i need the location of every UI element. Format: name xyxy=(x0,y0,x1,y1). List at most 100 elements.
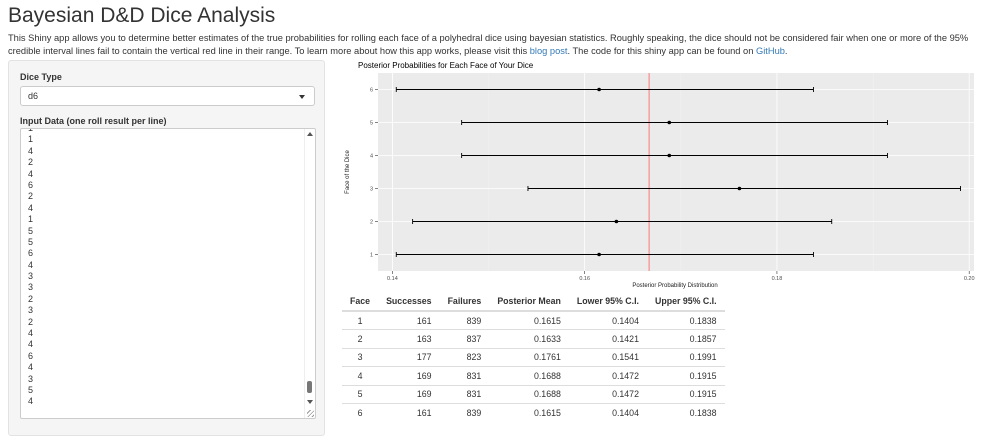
input-line: 4 xyxy=(28,339,34,350)
table-cell: 0.1404 xyxy=(568,310,647,330)
description-text: . xyxy=(784,46,788,56)
input-data-textarea[interactable]: 1142462415564332324464354 xyxy=(20,128,316,419)
x-tick-label: 0.18 xyxy=(772,276,783,282)
mean-point xyxy=(597,87,601,92)
x-tick-label: 0.14 xyxy=(387,276,398,282)
input-line: 4 xyxy=(28,202,34,213)
table-cell: 169 xyxy=(378,366,440,386)
mean-point xyxy=(667,153,672,158)
dice-type-select[interactable]: d6 xyxy=(20,86,315,106)
y-tick-label: 3 xyxy=(370,187,373,193)
y-tick-label: 6 xyxy=(370,88,373,94)
table-cell: 0.1991 xyxy=(646,347,725,367)
table-cell: 169 xyxy=(378,384,440,404)
dice-type-value: d6 xyxy=(28,91,39,101)
table-cell: 0.1472 xyxy=(568,366,647,386)
table-cell: 0.1472 xyxy=(568,384,647,404)
input-line: 5 xyxy=(28,384,34,395)
table-cell: 0.1688 xyxy=(489,384,569,404)
table-cell: 0.1615 xyxy=(489,402,569,422)
table-row: 5 169 831 0.1688 0.1472 0.1915 xyxy=(342,384,725,404)
table-cell: 823 xyxy=(439,347,490,367)
table-row: 6 161 839 0.1615 0.1404 0.1838 xyxy=(342,402,725,422)
description-text: This Shiny app allows you to determine b… xyxy=(8,33,969,56)
y-tick-label: 5 xyxy=(370,121,373,127)
y-tick-label: 2 xyxy=(370,220,373,226)
table-row: 4 169 831 0.1688 0.1472 0.1915 xyxy=(342,366,725,386)
textarea-scrollbar[interactable] xyxy=(304,129,315,418)
input-line: 3 xyxy=(28,271,34,282)
column-header: Failures xyxy=(439,292,490,312)
dice-type-label: Dice Type xyxy=(20,72,62,82)
table-cell: 831 xyxy=(439,384,490,404)
y-tick-label: 1 xyxy=(370,253,373,259)
x-tick-label: 0.16 xyxy=(579,276,590,282)
table-cell: 0.1857 xyxy=(646,329,725,349)
input-line: 4 xyxy=(28,328,34,339)
input-line: 2 xyxy=(28,293,34,304)
table-cell: 0.1688 xyxy=(489,366,569,386)
x-axis-label: Posterior Probability Distribution xyxy=(632,283,717,289)
table-cell: 161 xyxy=(378,402,440,422)
table-cell: 839 xyxy=(439,402,490,422)
table-cell: 1 xyxy=(342,310,379,330)
sidebar-panel: Dice Type d6 Input Data (one roll result… xyxy=(8,60,325,436)
input-line: 4 xyxy=(28,362,34,373)
table-cell: 6 xyxy=(342,402,379,422)
column-header: Posterior Mean xyxy=(489,292,569,312)
y-tick-label: 4 xyxy=(370,154,373,160)
column-header: Upper 95% C.I. xyxy=(646,292,725,312)
page-title: Bayesian D&D Dice Analysis xyxy=(8,4,276,27)
scroll-up-icon[interactable] xyxy=(307,132,313,136)
table-row: 1 161 839 0.1615 0.1404 0.1838 xyxy=(342,310,725,330)
input-line: 3 xyxy=(28,373,34,384)
github-link[interactable]: GitHub xyxy=(756,46,785,56)
column-header: Face xyxy=(342,292,379,312)
table-cell: 0.1421 xyxy=(568,329,647,349)
table-cell: 0.1761 xyxy=(489,347,569,367)
mean-point xyxy=(614,219,619,224)
input-line: 5 xyxy=(28,225,34,236)
resize-grip-icon[interactable] xyxy=(307,410,314,417)
chevron-down-icon xyxy=(299,95,305,99)
table-header-row: Face Successes Failures Posterior Mean Lower… xyxy=(342,292,725,312)
input-lines: 1142462415564332324464354 xyxy=(28,129,34,408)
table-row: 2 163 837 0.1633 0.1421 0.1857 xyxy=(342,329,725,349)
input-line: 1 xyxy=(28,214,34,225)
table-cell: 0.1541 xyxy=(568,347,647,367)
table-cell: 831 xyxy=(439,366,490,386)
input-line: 4 xyxy=(28,145,34,156)
mean-point xyxy=(597,252,601,257)
input-line: 3 xyxy=(28,305,34,316)
input-line: 2 xyxy=(28,157,34,168)
app-description: This Shiny app allows you to determine b… xyxy=(8,32,992,58)
mean-point xyxy=(737,186,742,191)
input-line: 4 xyxy=(28,168,34,179)
chart-title: Posterior Probabilities for Each Face of… xyxy=(358,61,534,70)
column-header: Lower 95% C.I. xyxy=(568,292,647,312)
input-line: 3 xyxy=(28,282,34,293)
input-line: 4 xyxy=(28,396,34,407)
input-data-label: Input Data (one roll result per line) xyxy=(20,116,167,126)
input-line: 2 xyxy=(28,191,34,202)
scroll-thumb[interactable] xyxy=(307,381,312,393)
mean-point xyxy=(667,120,672,125)
table-cell: 177 xyxy=(378,347,440,367)
table-cell: 163 xyxy=(378,329,440,349)
table-cell: 0.1404 xyxy=(568,402,647,422)
table-cell: 2 xyxy=(342,329,379,349)
posterior-chart: Posterior Probabilities for Each Face of… xyxy=(345,61,975,289)
table-cell: 0.1633 xyxy=(489,329,569,349)
x-tick-label: 0.20 xyxy=(964,276,975,282)
description-text: . The code for this shiny app can be fou… xyxy=(567,46,756,56)
table-cell: 0.1838 xyxy=(646,310,725,330)
input-line: 5 xyxy=(28,236,34,247)
table-cell: 0.1838 xyxy=(646,402,725,422)
table-row: 3 177 823 0.1761 0.1541 0.1991 xyxy=(342,347,725,367)
blog-post-link[interactable]: blog post xyxy=(530,46,568,56)
scroll-down-icon[interactable] xyxy=(307,400,313,404)
table-cell: 837 xyxy=(439,329,490,349)
table-cell: 0.1915 xyxy=(646,366,725,386)
results-table: Face Successes Failures Posterior Mean Lower… xyxy=(342,292,725,422)
input-line: 6 xyxy=(28,350,34,361)
